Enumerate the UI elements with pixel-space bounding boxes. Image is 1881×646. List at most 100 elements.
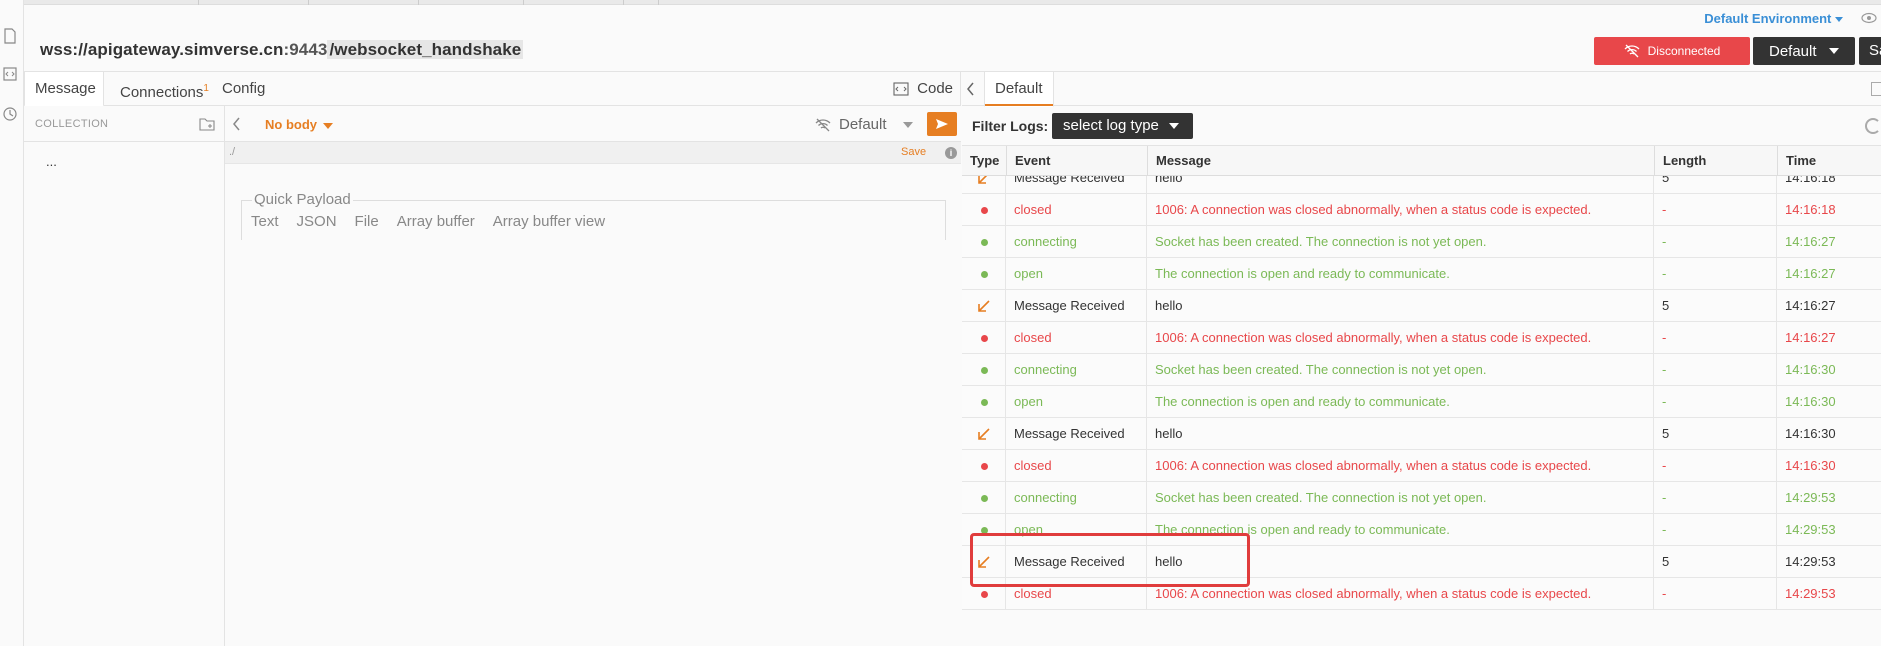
type-cell (962, 226, 1006, 258)
column-event: Event (1006, 146, 1147, 176)
event-cell: connecting (1006, 354, 1147, 386)
caret-down-icon (1168, 123, 1179, 130)
table-row[interactable]: closed 1006: A connection was closed abno… (962, 450, 1881, 482)
length-cell: - (1654, 258, 1777, 290)
url-input[interactable]: wss://apigateway.simverse.cn:9443/websoc… (40, 40, 524, 60)
length-cell: - (1654, 194, 1777, 226)
table-row[interactable]: Message Received hello 5 14:29:53 (962, 546, 1881, 578)
dot-icon (981, 495, 988, 502)
length-cell: 5 (1654, 546, 1777, 578)
type-cell (962, 482, 1006, 514)
time-cell: 14:16:18 (1785, 176, 1836, 185)
table-row[interactable]: Message Received hello 5 14:16:30 (962, 418, 1881, 450)
info-icon[interactable]: i (945, 147, 957, 159)
quick-payload-options: Text JSON File Array buffer Array buffer… (251, 213, 605, 230)
time-cell: 14:29:53 (1785, 490, 1836, 505)
panel-toggle-icon[interactable] (1871, 82, 1881, 96)
payload-option-json[interactable]: JSON (297, 213, 337, 230)
table-row[interactable]: connecting Socket has been created. The c… (962, 354, 1881, 386)
send-icon (936, 119, 948, 129)
history-icon[interactable] (2, 106, 18, 122)
body-type-dropdown[interactable]: No body (265, 117, 333, 132)
time-cell: 14:16:27 (1785, 266, 1836, 281)
logs-rows: Message Received hello 5 14:16:18 closed 1006… (962, 176, 1881, 610)
length-cell: 5 (1654, 176, 1777, 194)
payload-option-text[interactable]: Text (251, 213, 279, 230)
type-cell (962, 194, 1006, 226)
length-cell: - (1654, 578, 1777, 610)
dot-icon (981, 367, 988, 374)
request-panel: Message Connections1 Config Code COLLECT… (24, 72, 961, 646)
message-cell: The connection is open and ready to comm… (1147, 386, 1654, 418)
code-button[interactable]: Code (893, 72, 953, 106)
logs-table-body: Message Received hello 5 14:16:18 closed 1006… (962, 176, 1881, 646)
dot-icon (981, 463, 988, 470)
type-cell (962, 514, 1006, 546)
chevron-left-icon[interactable] (965, 81, 975, 97)
table-row[interactable]: closed 1006: A connection was closed abno… (962, 578, 1881, 610)
collection-header: COLLECTION (24, 106, 225, 142)
column-message: Message (1147, 146, 1654, 176)
table-row[interactable]: closed 1006: A connection was closed abno… (962, 194, 1881, 226)
event-cell: Message Received (1006, 546, 1147, 578)
time-cell: 14:16:27 (1785, 298, 1836, 313)
message-cell: hello (1147, 546, 1654, 578)
collection-item[interactable]: ... (46, 154, 57, 169)
time-cell: 14:16:30 (1785, 458, 1836, 473)
document-icon[interactable] (2, 28, 18, 44)
dot-icon (981, 271, 988, 278)
environment-dropdown[interactable]: Default (815, 116, 913, 133)
table-row[interactable]: Message Received hello 5 14:16:27 (962, 290, 1881, 322)
arrow-down-left-icon (978, 300, 990, 312)
save-button[interactable]: Save (1859, 37, 1881, 65)
table-row[interactable]: closed 1006: A connection was closed abno… (962, 322, 1881, 354)
table-row[interactable]: connecting Socket has been created. The c… (962, 226, 1881, 258)
environment-selector[interactable]: Default Environment (1704, 11, 1843, 26)
send-button[interactable] (927, 112, 957, 136)
tab-connections[interactable]: Connections1 (120, 72, 209, 106)
tab-default-logs[interactable]: Default (984, 72, 1054, 107)
chevron-left-icon[interactable] (231, 116, 241, 132)
time-cell: 14:16:18 (1785, 202, 1836, 217)
tab-config[interactable]: Config (222, 72, 265, 106)
payload-option-array-buffer-view[interactable]: Array buffer view (493, 213, 605, 230)
connections-badge: 1 (203, 83, 209, 94)
table-row[interactable]: open The connection is open and ready to … (962, 386, 1881, 418)
collection-title: COLLECTION (35, 118, 109, 130)
url-bar: wss://apigateway.simverse.cn:9443/websoc… (24, 32, 1881, 72)
message-cell: hello (1147, 418, 1654, 450)
table-row[interactable]: open The connection is open and ready to … (962, 514, 1881, 546)
message-cell: 1006: A connection was closed abnormally… (1147, 450, 1654, 482)
tab-message[interactable]: Message (24, 72, 104, 107)
disconnected-button[interactable]: Disconnected (1594, 37, 1750, 65)
logs-tabs: Default (962, 72, 1881, 107)
environment-row: Default Environment (24, 5, 1881, 32)
app-window: Default Environment wss://apigateway.sim… (0, 0, 1881, 646)
env-select-button[interactable]: Default (1753, 37, 1855, 65)
filter-label: Filter Logs: (972, 118, 1049, 134)
time-cell: 14:16:27 (1785, 234, 1836, 249)
path-row: ./ Save i (225, 142, 961, 164)
table-row[interactable]: connecting Socket has been created. The c… (962, 482, 1881, 514)
dot-icon (981, 207, 988, 214)
time-cell: 14:29:53 (1785, 522, 1836, 537)
save-link[interactable]: Save (901, 146, 926, 158)
api-icon[interactable] (2, 66, 18, 82)
type-cell (962, 578, 1006, 610)
body-toolbar: No body Default (225, 106, 961, 142)
message-cell: 1006: A connection was closed abnormally… (1147, 322, 1654, 354)
folder-add-icon[interactable] (199, 117, 215, 131)
caret-down-icon (323, 122, 333, 129)
caret-down-icon (1828, 48, 1839, 54)
arrow-down-left-icon (978, 428, 990, 440)
length-cell: 5 (1654, 290, 1777, 322)
table-row[interactable]: open The connection is open and ready to … (962, 258, 1881, 290)
payload-option-file[interactable]: File (355, 213, 379, 230)
eye-icon[interactable] (1861, 12, 1877, 24)
event-cell: open (1006, 258, 1147, 290)
clear-icon[interactable] (1865, 118, 1881, 134)
payload-option-array-buffer[interactable]: Array buffer (397, 213, 475, 230)
table-row[interactable]: Message Received hello 5 14:16:18 (962, 176, 1881, 194)
log-type-select[interactable]: select log type (1052, 113, 1193, 139)
length-cell: - (1654, 226, 1777, 258)
